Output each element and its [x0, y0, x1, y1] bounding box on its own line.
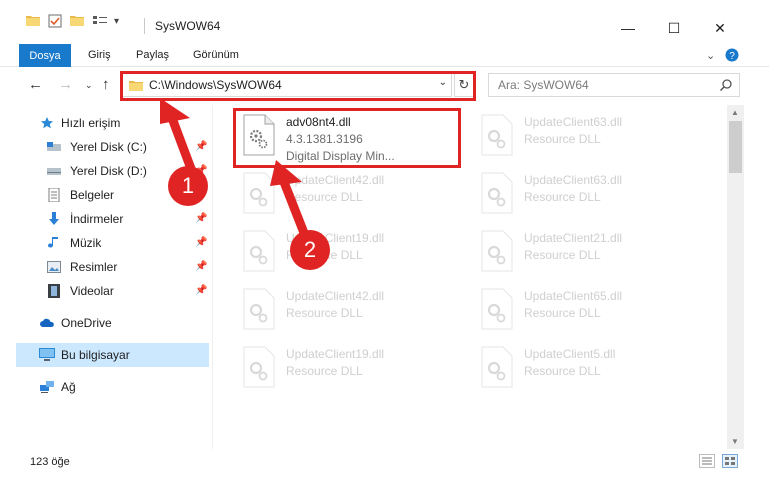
step-badge-1: 1: [168, 166, 208, 206]
annotation-arrows: [160, 98, 311, 243]
step-badge-2: 2: [290, 230, 330, 270]
